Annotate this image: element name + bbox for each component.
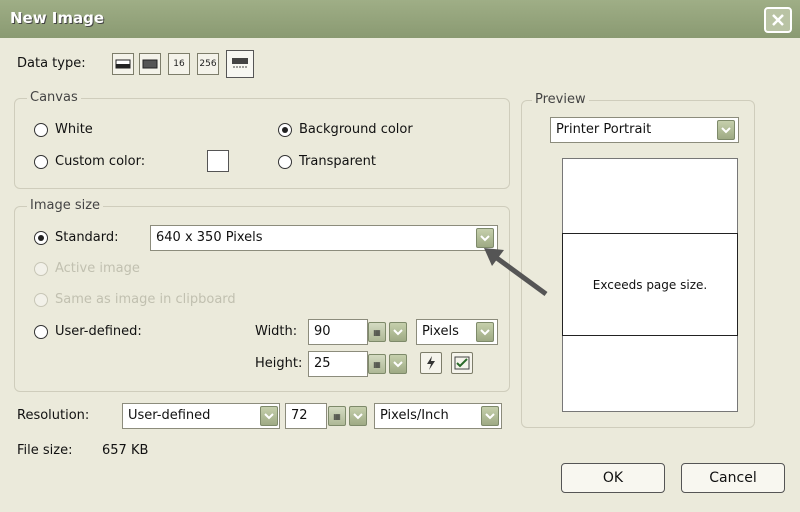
data-type-true-color-button[interactable]: [226, 50, 254, 78]
preview-mode-dropdown-button[interactable]: [717, 120, 735, 140]
resolution-units-dropdown-button[interactable]: [481, 406, 499, 426]
resolution-mode-select[interactable]: User-defined: [122, 403, 280, 429]
radio-clipboard-label: Same as image in clipboard: [55, 292, 236, 307]
maintain-aspect-button[interactable]: [420, 352, 442, 374]
lightning-icon: [427, 356, 435, 370]
gray-icon: [142, 59, 158, 69]
size-units-dropdown-button[interactable]: [476, 322, 494, 342]
data-type-256-button[interactable]: 256: [197, 53, 219, 75]
data-type-16-button[interactable]: 16: [168, 53, 190, 75]
height-label: Height:: [255, 356, 303, 371]
chevron-down-icon: [393, 360, 403, 367]
data-type-label: Data type:: [17, 56, 86, 71]
ok-button-label: OK: [602, 470, 624, 486]
preview-mode-value: Printer Portrait: [556, 122, 652, 137]
file-size-value: 657 KB: [102, 443, 149, 458]
radio-standard[interactable]: [34, 231, 48, 245]
radio-custom-color-label: Custom color:: [55, 154, 146, 169]
chevron-down-icon: [353, 412, 363, 419]
radio-standard-label: Standard:: [55, 230, 119, 245]
radio-clipboard[interactable]: [34, 293, 48, 307]
chevron-down-icon: [264, 412, 274, 419]
title-bar: [0, 0, 800, 38]
image-size-group-title: Image size: [27, 198, 104, 213]
window-title: New Image: [10, 9, 105, 27]
width-calculator-button[interactable]: ▦: [368, 322, 386, 342]
close-button[interactable]: [764, 7, 792, 33]
ok-button[interactable]: OK: [561, 463, 665, 493]
canvas-group: [14, 98, 510, 189]
pointer-arrow-icon: [484, 248, 548, 297]
mono-icon: [115, 59, 131, 69]
data-type-mono-button[interactable]: [112, 53, 134, 75]
resolution-input[interactable]: 72: [285, 403, 327, 429]
preview-group-title: Preview: [532, 92, 589, 107]
height-spin-button[interactable]: [389, 354, 407, 374]
radio-user-defined[interactable]: [34, 325, 48, 339]
chevron-down-icon: [485, 412, 495, 419]
width-spin-button[interactable]: [389, 322, 407, 342]
radio-white[interactable]: [34, 123, 48, 137]
256-color-label: 256: [199, 59, 217, 69]
chevron-down-icon: [393, 328, 403, 335]
radio-active-image-label: Active image: [55, 261, 140, 276]
canvas-group-title: Canvas: [27, 90, 81, 105]
16-color-label: 16: [173, 59, 185, 69]
chevron-down-icon: [721, 126, 731, 133]
radio-background-color-label: Background color: [299, 122, 413, 137]
height-calculator-button[interactable]: ▦: [368, 354, 386, 374]
resolution-mode-dropdown-button[interactable]: [260, 406, 278, 426]
check-icon: [454, 356, 470, 370]
calculator-icon: ▦: [373, 359, 381, 369]
preview-mode-select[interactable]: Printer Portrait: [550, 117, 739, 143]
radio-background-color[interactable]: [278, 123, 292, 137]
custom-color-swatch[interactable]: [207, 150, 229, 172]
radio-transparent[interactable]: [278, 155, 292, 169]
size-units-value: Pixels: [422, 324, 459, 339]
resolution-units-value: Pixels/Inch: [380, 408, 449, 423]
standard-size-value: 640 x 350 Pixels: [156, 230, 263, 245]
preview-image-box: Exceeds page size.: [562, 233, 738, 336]
close-icon: [772, 14, 784, 26]
true-color-icon: [232, 58, 248, 68]
calculator-icon: ▦: [373, 327, 381, 337]
standard-size-select[interactable]: 640 x 350 Pixels: [150, 225, 498, 251]
radio-transparent-label: Transparent: [299, 154, 376, 169]
cancel-button[interactable]: Cancel: [681, 463, 785, 493]
cancel-button-label: Cancel: [709, 470, 757, 486]
radio-custom-color[interactable]: [34, 155, 48, 169]
width-value: 90: [314, 324, 331, 339]
height-value: 25: [314, 356, 331, 371]
resolution-spin-button[interactable]: [349, 406, 367, 426]
chevron-down-icon: [480, 328, 490, 335]
width-input[interactable]: 90: [308, 319, 368, 345]
resolution-mode-value: User-defined: [128, 408, 211, 423]
radio-white-label: White: [55, 122, 93, 137]
calculator-icon: ▦: [333, 411, 341, 421]
resolution-value: 72: [291, 408, 308, 423]
data-type-gray-button[interactable]: [139, 53, 161, 75]
radio-user-defined-label: User-defined:: [55, 324, 142, 339]
file-size-label: File size:: [17, 443, 73, 458]
confirm-size-button[interactable]: [451, 352, 473, 374]
width-label: Width:: [255, 324, 298, 339]
resolution-calculator-button[interactable]: ▦: [328, 406, 346, 426]
radio-active-image[interactable]: [34, 262, 48, 276]
resolution-label: Resolution:: [17, 408, 90, 423]
height-input[interactable]: 25: [308, 351, 368, 377]
preview-message: Exceeds page size.: [592, 277, 708, 292]
